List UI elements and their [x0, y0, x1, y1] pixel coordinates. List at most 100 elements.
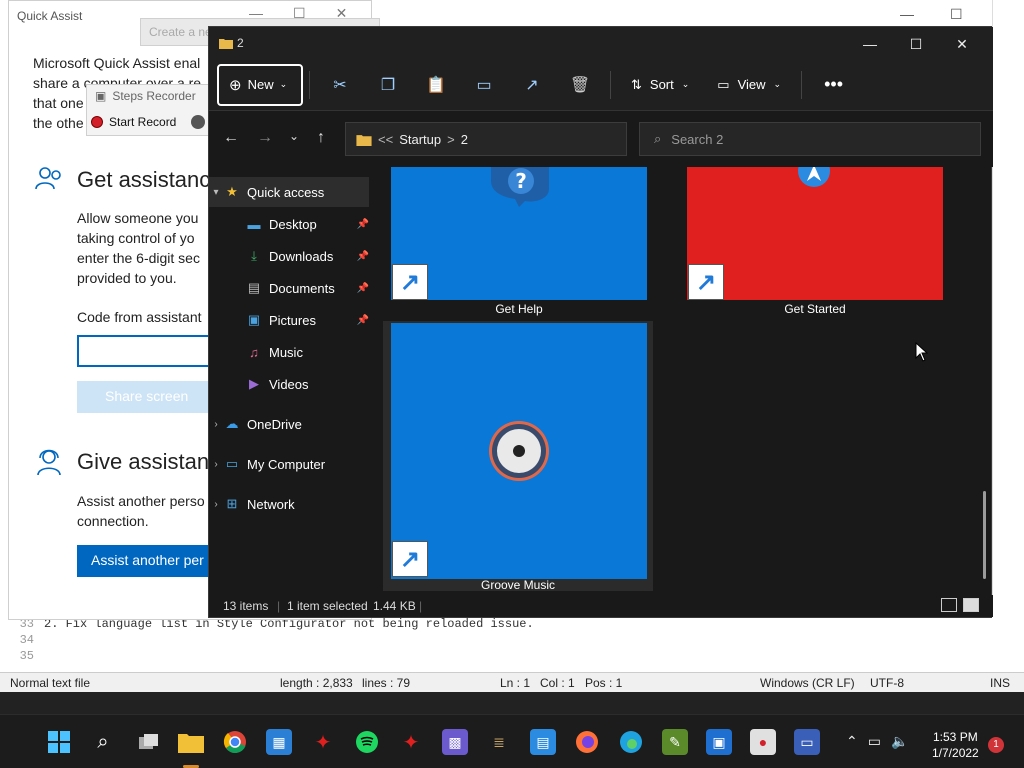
file-item-get-started[interactable]: ↗ Get Started [681, 167, 943, 319]
view-button[interactable]: ▭ View ⌄ [703, 65, 795, 105]
share-screen-button[interactable]: Share screen [77, 381, 227, 413]
chevron-right-icon[interactable]: › [209, 459, 223, 470]
task-view-icon[interactable] [136, 729, 162, 755]
rename-icon[interactable]: ▭ [460, 65, 508, 105]
nav-label: Quick access [247, 184, 325, 200]
search-input[interactable]: ⌕ Search 2 [639, 122, 981, 156]
store-icon[interactable]: ▦ [266, 729, 292, 755]
headset-icon [37, 449, 61, 476]
nav-item-downloads[interactable]: ⤓ Downloads 📌 [209, 241, 369, 271]
chevron-right-icon[interactable]: › [209, 499, 223, 510]
explorer-window-controls: — ☐ ✕ [847, 33, 985, 55]
firefox-icon[interactable] [574, 729, 600, 755]
shortcut-arrow-icon: ↗ [392, 541, 428, 577]
paste-icon[interactable]: 📋 [412, 65, 460, 105]
chrome-icon[interactable] [222, 729, 248, 755]
editor-line: 34 [8, 632, 1018, 648]
chevron-down-icon: ⌄ [681, 79, 690, 89]
item-count: 13 items [223, 599, 269, 613]
more-options-icon[interactable]: ••• [808, 74, 859, 95]
maximize-icon[interactable]: ☐ [893, 33, 939, 55]
back-arrow-icon[interactable]: ← [223, 129, 239, 147]
nav-item-pictures[interactable]: ▣ Pictures 📌 [209, 305, 369, 335]
notepad-icon[interactable]: ▤ [530, 729, 556, 755]
books-icon[interactable]: ≣ [486, 729, 512, 755]
volume-icon[interactable]: 🔈 [891, 733, 908, 750]
remote-desktop-icon[interactable]: ▣ [706, 729, 732, 755]
search-icon: ⌕ [654, 131, 662, 146]
maximize-icon[interactable]: ☐ [950, 6, 963, 23]
get-help-thumbnail: ? ↗ [391, 167, 647, 300]
nav-item-videos[interactable]: ▶ Videos [209, 369, 369, 399]
address-bar[interactable]: << Startup > 2 ⌄ ↻ [345, 122, 749, 156]
address-overflow[interactable]: << [378, 132, 393, 147]
notepadpp-icon[interactable]: ✎ [662, 729, 688, 755]
mouse-cursor-icon [915, 342, 929, 362]
details-view-icon[interactable] [941, 598, 957, 612]
app-red-icon[interactable]: ✦ [310, 729, 336, 755]
forward-arrow-icon[interactable]: → [257, 129, 273, 147]
nav-item-network[interactable]: › ⊞ Network [209, 489, 369, 519]
download-icon: ⤓ [251, 248, 257, 263]
nav-item-desktop[interactable]: ▬ Desktop 📌 [209, 209, 370, 239]
chevron-up-icon[interactable]: ⌃ [846, 733, 858, 750]
eol-label: Windows (CR LF) [760, 676, 855, 690]
sort-button[interactable]: ⇅ Sort ⌄ [617, 65, 703, 105]
breadcrumb-startup[interactable]: Startup [399, 132, 441, 147]
recent-locations-chevron-icon[interactable]: ⌄ [289, 129, 299, 143]
new-button[interactable]: ⊕ New ⌄ [217, 63, 303, 106]
get-desc: taking control of yo [77, 230, 195, 246]
edge-icon[interactable] [618, 729, 644, 755]
give-desc: connection. [77, 513, 149, 529]
notification-badge[interactable]: 1 [988, 737, 1004, 753]
breadcrumb-separator: > [447, 131, 455, 147]
search-icon[interactable]: ⌕ [90, 729, 116, 755]
get-started-icon [798, 167, 830, 187]
chevron-down-icon[interactable]: ▾ [209, 187, 223, 198]
nav-item-music[interactable]: ♫ Music [209, 337, 369, 367]
stop-record-button[interactable] [191, 115, 205, 129]
file-item-get-help[interactable]: ? ↗ Get Help [385, 167, 647, 319]
breadcrumb-current[interactable]: 2 [461, 132, 468, 147]
app-red-icon-2[interactable]: ✦ [398, 729, 424, 755]
minimize-icon[interactable]: — [900, 6, 914, 23]
cut-icon[interactable]: ✂ [316, 65, 364, 105]
network-icon[interactable]: ▭ [868, 733, 881, 750]
share-icon[interactable]: ↗ [508, 65, 556, 105]
nav-item-onedrive[interactable]: › ☁ OneDrive [209, 409, 369, 439]
search-placeholder: Search 2 [671, 131, 724, 147]
quick-assist-taskbar-icon[interactable]: ▭ [794, 729, 820, 755]
steps-recorder-taskbar-icon[interactable]: ● [750, 729, 776, 755]
network-icon: ⊞ [226, 496, 238, 511]
cloud-icon: ☁ [225, 416, 239, 431]
selected-count: 1 item selected [287, 599, 368, 613]
close-icon[interactable]: ✕ [939, 33, 985, 55]
plus-circle-icon: ⊕ [229, 76, 242, 94]
editor-right-strip [992, 0, 1024, 620]
file-explorer-taskbar-icon[interactable] [178, 729, 204, 755]
people-icon [35, 167, 61, 190]
nav-item-documents[interactable]: ▤ Documents 📌 [209, 273, 369, 303]
delete-icon[interactable]: 🗑 [556, 65, 604, 105]
nav-label: Music [269, 344, 303, 360]
clock[interactable]: 1:53 PM 1/7/2022 [932, 729, 979, 761]
view-icon: ▭ [717, 76, 730, 92]
copy-icon[interactable]: ❐ [364, 65, 412, 105]
app-multicolor-icon[interactable]: ▩ [442, 729, 468, 755]
up-arrow-icon[interactable]: ↑ [317, 129, 325, 147]
start-windows-icon[interactable] [46, 729, 72, 755]
file-item-groove-music[interactable]: ↗ Groove Music [383, 321, 653, 591]
minimize-icon[interactable]: — [847, 33, 893, 55]
chevron-right-icon[interactable]: › [209, 419, 223, 430]
vertical-scrollbar[interactable] [983, 491, 986, 579]
give-desc: Assist another perso [77, 493, 205, 509]
record-icon [91, 116, 103, 128]
spotify-icon[interactable] [354, 729, 380, 755]
editor-text-area[interactable]: 33 2. Fix language list in Style Configur… [8, 616, 1018, 668]
intro-text: the othe [33, 115, 84, 131]
start-record-button[interactable]: Start Record [91, 115, 176, 129]
large-icons-view-icon[interactable] [963, 598, 979, 612]
nav-item-my-computer[interactable]: › ▭ My Computer [209, 449, 369, 479]
nav-item-quick-access[interactable]: ▾ ★ Quick access [209, 177, 369, 207]
steps-recorder-icon: ▣ [95, 89, 107, 103]
